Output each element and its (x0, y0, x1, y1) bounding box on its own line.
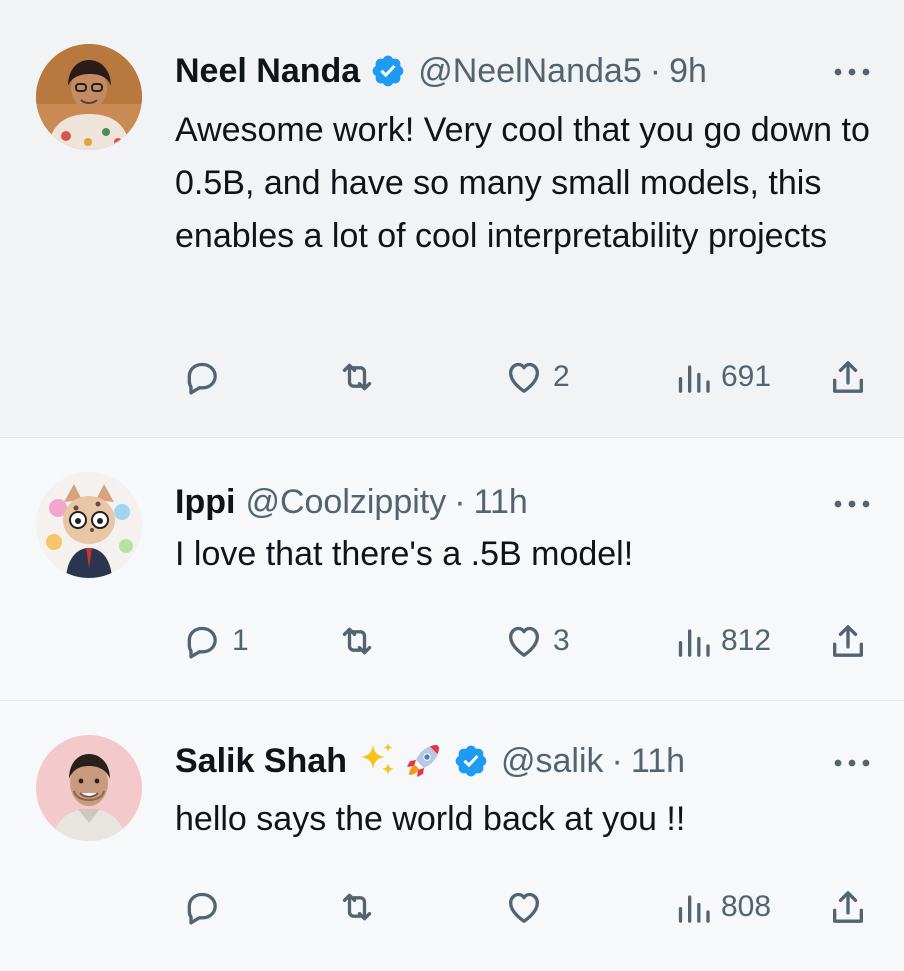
reply-thread: Neel Nanda @NeelNanda5 · 9h Awesome work… (0, 0, 904, 971)
tweet-header: Salik Shah @salik · 11h (175, 739, 864, 783)
action-bar: 808 (175, 887, 880, 927)
rocket-icon (403, 741, 443, 781)
share-button[interactable] (827, 887, 869, 927)
cartoon-cat-avatar-icon (36, 472, 142, 578)
like-button[interactable]: 2 (503, 357, 570, 397)
user-handle[interactable]: @NeelNanda5 (418, 49, 642, 93)
reply-tweet[interactable]: Ippi @Coolzippity · 11h I love that ther… (0, 438, 904, 700)
view-count: 691 (721, 360, 772, 393)
reply-tweet[interactable]: Salik Shah @salik · 11h hello says the w… (0, 701, 904, 971)
separator-dot: · (611, 742, 623, 780)
avatar[interactable] (36, 44, 142, 150)
avatar[interactable] (36, 735, 142, 841)
retweet-button[interactable] (336, 887, 386, 927)
separator-dot: · (454, 483, 466, 521)
tweet-header: Ippi @Coolzippity · 11h (175, 480, 864, 524)
tweet-text: I love that there's a .5B model! (175, 535, 634, 573)
reply-button[interactable] (178, 357, 232, 397)
action-bar: 2 691 (175, 357, 880, 397)
share-button[interactable] (827, 621, 869, 661)
more-options-icon[interactable] (830, 753, 874, 773)
display-name[interactable]: Salik Shah (175, 739, 347, 783)
user-handle[interactable]: @Coolzippity (245, 480, 446, 524)
timestamp[interactable]: 11h (474, 480, 528, 524)
retweet-button[interactable] (336, 357, 386, 397)
like-count: 3 (553, 624, 570, 657)
retweet-button[interactable] (336, 621, 386, 661)
display-name[interactable]: Neel Nanda (175, 49, 360, 93)
separator-dot: · (649, 52, 662, 90)
reply-button[interactable] (178, 887, 232, 927)
view-count: 808 (721, 890, 772, 923)
sparkles-icon (357, 741, 397, 781)
tweet-text: Awesome work! Very cool that you go down… (175, 111, 870, 255)
views-button[interactable]: 808 (673, 887, 771, 927)
view-count: 812 (721, 624, 772, 657)
action-bar: 1 3 812 (175, 621, 880, 661)
share-button[interactable] (827, 357, 869, 397)
reply-button[interactable]: 1 (178, 621, 249, 661)
like-button[interactable] (503, 887, 553, 927)
timestamp[interactable]: 9h (669, 49, 707, 93)
reply-count: 1 (232, 624, 249, 657)
more-options-icon[interactable] (830, 62, 874, 82)
avatar[interactable] (36, 472, 142, 578)
user-portrait-icon (36, 44, 142, 150)
display-name[interactable]: Ippi (175, 480, 235, 524)
user-handle[interactable]: @salik (501, 739, 604, 783)
timestamp[interactable]: 11h (631, 739, 685, 783)
verified-badge-icon (453, 743, 489, 779)
user-portrait-icon (36, 735, 142, 841)
verified-badge-icon (370, 53, 406, 89)
tweet-text: hello says the world back at you !! (175, 800, 686, 838)
reply-tweet[interactable]: Neel Nanda @NeelNanda5 · 9h Awesome work… (0, 0, 904, 437)
more-options-icon[interactable] (830, 494, 874, 514)
like-button[interactable]: 3 (503, 621, 570, 661)
tweet-header: Neel Nanda @NeelNanda5 · 9h (175, 49, 864, 93)
views-button[interactable]: 812 (673, 621, 771, 661)
views-button[interactable]: 691 (673, 357, 771, 397)
like-count: 2 (553, 360, 570, 393)
